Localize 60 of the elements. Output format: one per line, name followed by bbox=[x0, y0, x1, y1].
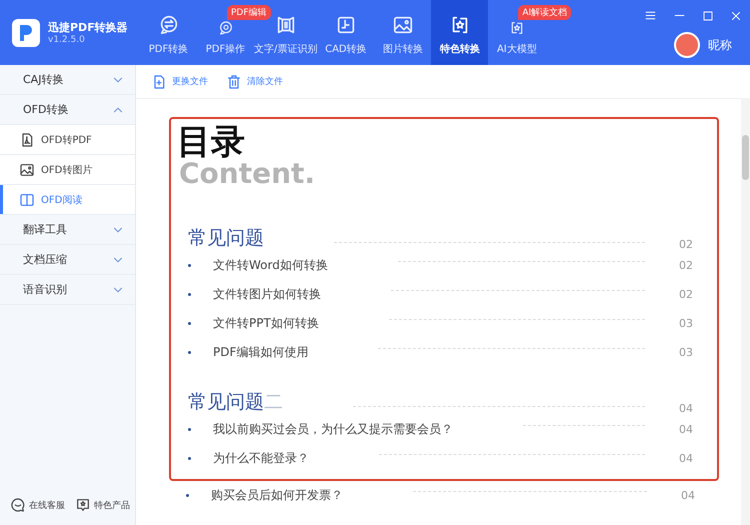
toc-entry: 我以前购买过会员，为什么又提示需要会员？ bbox=[213, 421, 453, 438]
footer-link[interactable]: 特色产品 bbox=[75, 497, 130, 513]
nav-tab[interactable]: CAD转换 bbox=[317, 0, 374, 65]
bullet bbox=[188, 351, 191, 354]
footer-link[interactable]: 在线客服 bbox=[10, 497, 65, 513]
avatar[interactable] bbox=[674, 32, 700, 58]
star-tag-icon bbox=[75, 497, 91, 513]
nav-tab[interactable]: 图片转换 bbox=[374, 0, 432, 65]
page-number: 03 bbox=[679, 317, 694, 330]
page-number: 04 bbox=[679, 402, 694, 415]
close-icon bbox=[730, 10, 742, 22]
toc-entry: 文件转图片如何转换 bbox=[213, 286, 321, 303]
page-number: 02 bbox=[679, 288, 694, 301]
toc-entry: 文件转Word如何转换 bbox=[213, 257, 328, 274]
app-name: 迅捷PDF转换器 bbox=[48, 20, 128, 35]
bullet bbox=[188, 428, 191, 431]
image-icon bbox=[392, 14, 414, 36]
badge: AI解读文档 bbox=[518, 5, 572, 20]
sidebar-item[interactable]: OFD转图片 bbox=[0, 155, 135, 185]
toolbar-button[interactable]: 更换文件 bbox=[151, 74, 208, 90]
bullet bbox=[188, 293, 191, 296]
nav-tab[interactable]: 特色转换 bbox=[431, 0, 488, 65]
toc-entry: PDF编辑如何使用 bbox=[213, 344, 308, 361]
app-logo bbox=[12, 18, 40, 46]
bullet bbox=[188, 264, 191, 267]
maximize-button[interactable] bbox=[702, 10, 714, 22]
nav-tab[interactable]: PDF转换 bbox=[140, 0, 197, 65]
page-number: 02 bbox=[679, 238, 694, 251]
nav-tab[interactable]: AI大模型 bbox=[488, 20, 546, 65]
page-number: 02 bbox=[679, 259, 694, 272]
bullet bbox=[188, 322, 191, 325]
badge: PDF编辑 bbox=[227, 5, 271, 20]
page-number: 04 bbox=[679, 423, 694, 436]
image-icon bbox=[19, 162, 35, 178]
trash-icon bbox=[226, 74, 242, 90]
book-icon bbox=[19, 192, 35, 208]
menu-button[interactable] bbox=[644, 9, 657, 22]
nav-tab[interactable]: PDF操作 bbox=[197, 20, 254, 65]
toc-entry: 文件转PPT如何转换 bbox=[213, 315, 319, 332]
user-name[interactable]: 昵称 bbox=[708, 36, 732, 54]
bullet bbox=[188, 457, 191, 460]
section-heading: 常见问题 bbox=[188, 226, 264, 251]
page-number: 04 bbox=[681, 489, 696, 502]
sidebar-item[interactable]: OFD阅读 bbox=[0, 185, 135, 215]
close-button[interactable] bbox=[730, 10, 742, 22]
scrollbar[interactable] bbox=[741, 98, 750, 525]
toc-entry: 为什么不能登录？ bbox=[213, 450, 309, 467]
app-version: v1.2.5.0 bbox=[48, 35, 86, 45]
page-number: 04 bbox=[679, 452, 694, 465]
maximize-icon bbox=[702, 10, 714, 22]
chat-icon bbox=[10, 497, 26, 513]
section-heading: 常见问题二 bbox=[188, 390, 283, 415]
sidebar-item[interactable]: OFD转PDF bbox=[0, 125, 135, 155]
toolbar-button[interactable]: 清除文件 bbox=[226, 74, 283, 90]
document-title: 目录 bbox=[177, 123, 246, 161]
toc-entry: 购买会员后如何开发票？ bbox=[211, 487, 343, 504]
bullet bbox=[186, 494, 189, 497]
document-subtitle: Content. bbox=[179, 161, 316, 187]
page-number: 03 bbox=[679, 346, 694, 359]
menu-icon bbox=[644, 9, 657, 22]
